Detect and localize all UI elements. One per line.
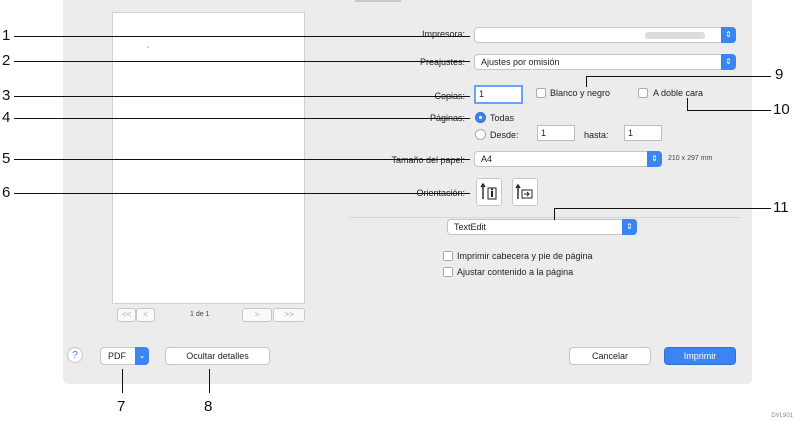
callout-line-8 <box>209 369 210 393</box>
callout-6: 6 <box>2 184 11 201</box>
help-icon[interactable]: ? <box>67 347 83 363</box>
callout-line-3 <box>14 96 470 97</box>
fit-content-checkbox[interactable] <box>443 267 453 277</box>
black-white-label: Blanco y negro <box>550 88 611 98</box>
callout-line-11a <box>554 208 555 220</box>
callout-line-7 <box>122 369 123 393</box>
portrait-button[interactable] <box>476 178 502 206</box>
callout-line-1 <box>14 36 470 37</box>
landscape-button[interactable] <box>512 178 538 206</box>
printer-label: Impresora: <box>421 29 465 39</box>
landscape-icon <box>515 183 533 199</box>
presets-label: Preajustes: <box>419 57 465 67</box>
chevron-updown-icon: ⇕ <box>721 27 736 43</box>
black-white-checkbox[interactable] <box>536 88 546 98</box>
pages-all-label: Todas <box>490 113 515 123</box>
callout-line-9a <box>586 76 587 87</box>
printer-popup[interactable]: ⇕ <box>474 27 736 43</box>
paper-size-label: Tamaño del papel: <box>391 155 465 165</box>
pages-to-field[interactable]: 1 <box>624 125 662 141</box>
prev-page-button[interactable]: < <box>136 308 155 322</box>
callout-1: 1 <box>2 27 11 44</box>
callout-5: 5 <box>2 150 11 167</box>
callout-11: 11 <box>773 199 789 216</box>
callout-line-4 <box>14 118 470 119</box>
chevron-updown-icon: ⇕ <box>647 151 662 167</box>
callout-line-11b <box>554 208 771 209</box>
presets-popup[interactable]: Ajustes por omisión ⇕ <box>474 54 736 70</box>
first-page-button[interactable]: << <box>117 308 136 322</box>
header-footer-checkbox[interactable] <box>443 251 453 261</box>
callout-7: 7 <box>117 398 126 415</box>
portrait-icon <box>480 182 497 200</box>
copies-field[interactable]: 1 <box>474 85 523 104</box>
header-footer-label: Imprimir cabecera y pie de página <box>457 251 593 261</box>
pdf-label: PDF <box>108 351 126 361</box>
next-page-button[interactable]: > <box>242 308 272 322</box>
callout-8: 8 <box>204 398 213 415</box>
printer-name-blurred <box>645 32 705 39</box>
pages-from-radio[interactable] <box>475 129 486 140</box>
pages-all-radio[interactable] <box>475 112 486 123</box>
callout-2: 2 <box>2 52 11 69</box>
app-options-popup[interactable]: TextEdit ⇕ <box>447 219 637 235</box>
chevron-updown-icon: ⇕ <box>622 219 637 235</box>
hide-details-button[interactable]: Ocultar detalles <box>165 347 270 365</box>
preview-mark: ˇ <box>147 47 150 54</box>
callout-4: 4 <box>2 109 11 126</box>
two-sided-checkbox[interactable] <box>638 88 648 98</box>
presets-value: Ajustes por omisión <box>481 57 560 67</box>
paper-size-popup[interactable]: A4 ⇕ <box>474 151 662 167</box>
pages-from-field[interactable]: 1 <box>537 125 575 141</box>
pages-from-label: Desde: <box>490 130 519 140</box>
two-sided-label: A doble cara <box>653 88 704 98</box>
callout-line-2 <box>14 61 470 62</box>
callout-3: 3 <box>2 87 11 104</box>
paper-dimensions: 210 x 297 mm <box>668 155 713 162</box>
cancel-button[interactable]: Cancelar <box>569 347 651 365</box>
chevron-updown-icon: ⇕ <box>721 54 736 70</box>
dialog-top-edge <box>355 0 401 2</box>
callout-line-5 <box>14 159 470 160</box>
callout-9: 9 <box>775 66 784 83</box>
paper-size-value: A4 <box>481 154 493 164</box>
app-options-value: TextEdit <box>454 222 487 232</box>
last-page-button[interactable]: >> <box>273 308 305 322</box>
pdf-menu-button[interactable]: PDF ⌄ <box>100 347 149 365</box>
fit-content-label: Ajustar contenido a la página <box>457 267 574 277</box>
callout-line-9b <box>586 76 771 77</box>
callout-10: 10 <box>773 101 790 118</box>
pages-to-label: hasta: <box>584 130 609 140</box>
chevron-down-icon: ⌄ <box>135 347 149 365</box>
callout-line-10a <box>687 98 688 110</box>
callout-line-6 <box>14 193 470 194</box>
callout-line-10b <box>687 110 771 111</box>
preview-pager: << < 1 de 1 > >> <box>117 308 305 322</box>
print-button[interactable]: Imprimir <box>664 347 736 365</box>
section-separator <box>350 217 740 218</box>
page-preview: ˇ <box>113 13 304 303</box>
page-count-label: 1 de 1 <box>190 311 210 318</box>
figure-code: DVL901 <box>771 413 793 419</box>
